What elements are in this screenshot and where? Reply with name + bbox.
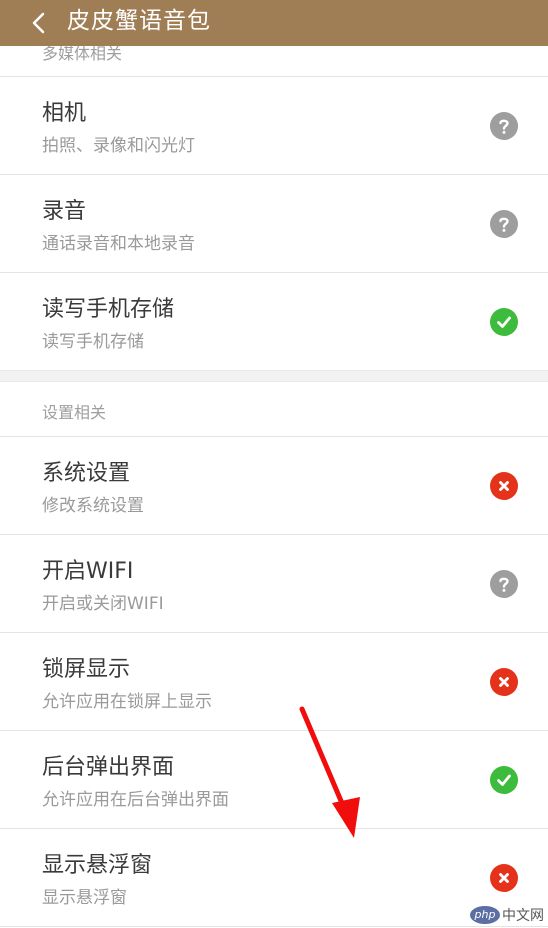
- permission-title: 后台弹出界面: [42, 755, 175, 780]
- permission-subtitle: 开启或关闭WIFI: [42, 594, 164, 614]
- permission-title: 读写手机存储: [42, 297, 175, 322]
- permission-row-record-audio[interactable]: 录音 通话录音和本地录音: [0, 174, 548, 272]
- permission-row-lockscreen[interactable]: 锁屏显示 允许应用在锁屏上显示: [0, 632, 548, 730]
- app-header: 皮皮蟹语音包: [0, 0, 548, 46]
- question-icon[interactable]: [490, 210, 518, 238]
- cross-icon[interactable]: [490, 668, 518, 696]
- section-header-label: 设置相关: [42, 403, 107, 422]
- check-icon[interactable]: [490, 766, 518, 794]
- permission-title: 相机: [42, 101, 87, 126]
- check-icon[interactable]: [490, 308, 518, 336]
- watermark: php 中文网: [470, 904, 544, 926]
- section-header-settings: 设置相关: [0, 382, 548, 436]
- permission-row-camera[interactable]: 相机 拍照、录像和闪光灯: [0, 76, 548, 174]
- permission-title: 开启WIFI: [42, 559, 134, 584]
- watermark-badge: php: [470, 906, 500, 924]
- permission-subtitle: 显示悬浮窗: [42, 888, 127, 908]
- watermark-text: 中文网: [502, 908, 544, 924]
- cross-icon[interactable]: [490, 472, 518, 500]
- question-icon[interactable]: [490, 570, 518, 598]
- permission-row-floating-window[interactable]: 显示悬浮窗 显示悬浮窗: [0, 828, 548, 927]
- permission-title: 显示悬浮窗: [42, 853, 153, 878]
- permission-list: 多媒体相关 相机 拍照、录像和闪光灯 录音 通话录音和本地录音 读写手机存储 读…: [0, 0, 548, 927]
- permission-row-storage[interactable]: 读写手机存储 读写手机存储: [0, 272, 548, 370]
- permission-subtitle: 读写手机存储: [42, 332, 144, 352]
- permission-subtitle: 拍照、录像和闪光灯: [42, 136, 195, 156]
- permission-row-wifi[interactable]: 开启WIFI 开启或关闭WIFI: [0, 534, 548, 632]
- permission-subtitle: 允许应用在后台弹出界面: [42, 790, 229, 810]
- page-title: 皮皮蟹语音包: [67, 8, 211, 34]
- cross-icon[interactable]: [490, 864, 518, 892]
- permission-subtitle: 通话录音和本地录音: [42, 234, 195, 254]
- permission-title: 录音: [42, 199, 87, 224]
- permission-subtitle: 允许应用在锁屏上显示: [42, 692, 212, 712]
- back-arrow-icon[interactable]: [26, 10, 52, 36]
- question-icon[interactable]: [490, 112, 518, 140]
- section-divider: [0, 370, 548, 382]
- permission-title: 锁屏显示: [42, 657, 131, 682]
- permission-subtitle: 修改系统设置: [42, 496, 144, 516]
- permission-row-system-settings[interactable]: 系统设置 修改系统设置: [0, 436, 548, 534]
- permission-title: 系统设置: [42, 461, 131, 486]
- permission-row-background-popup[interactable]: 后台弹出界面 允许应用在后台弹出界面: [0, 730, 548, 828]
